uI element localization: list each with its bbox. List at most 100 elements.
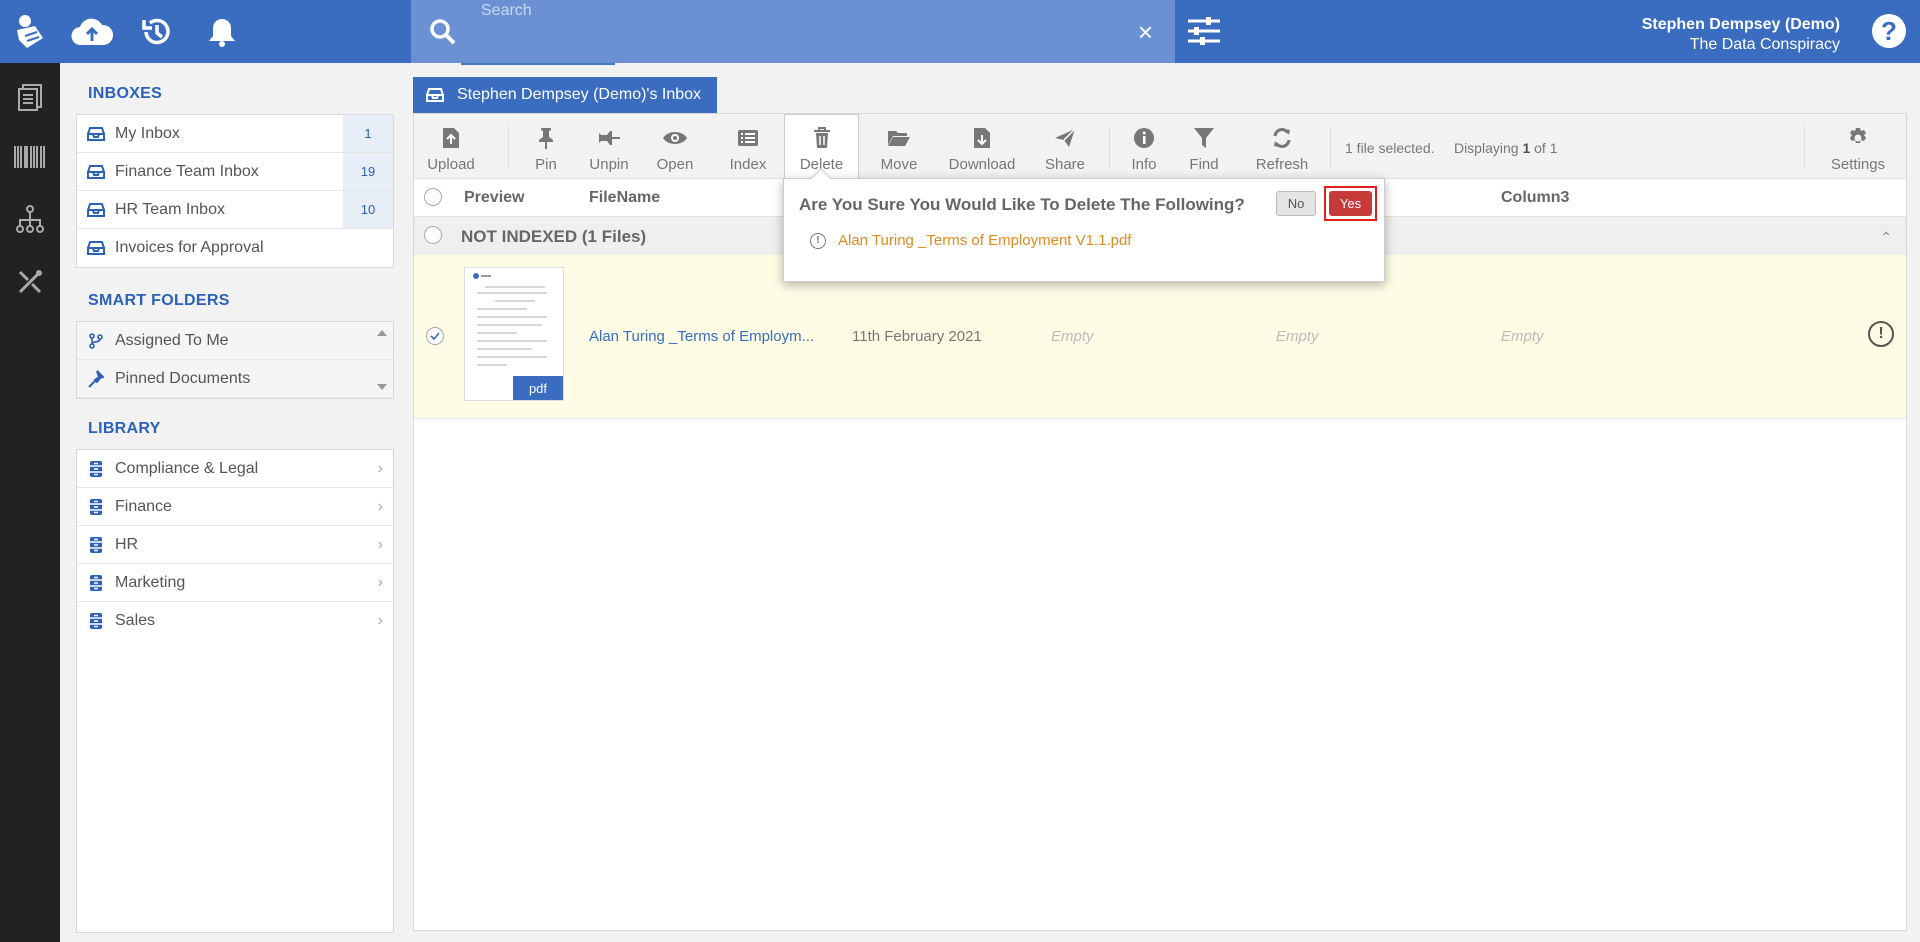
bell-icon[interactable] (200, 10, 244, 54)
sidebar-item-compliance-legal[interactable]: Compliance & Legal › (77, 450, 393, 488)
sidebar-item-assigned-to-me[interactable]: Assigned To Me (77, 322, 393, 360)
move-button[interactable]: Move (874, 114, 924, 179)
documents-icon[interactable] (0, 72, 60, 122)
search-bar[interactable]: Search × (411, 0, 1175, 65)
download-label: Download (948, 156, 1016, 173)
barcode-icon[interactable] (0, 132, 60, 182)
column-header-filename[interactable]: FileName (589, 189, 660, 207)
inbox-list: My Inbox 1 Finance Team Inbox 19 HR Team… (76, 114, 394, 268)
select-group-checkbox[interactable] (424, 226, 442, 244)
sidebar-item-label: Assigned To Me (115, 331, 229, 349)
sidebar-item-label: Finance (115, 497, 172, 515)
settings-label: Settings (1830, 156, 1886, 173)
thumbnail-line (477, 316, 547, 318)
sidebar: INBOXES My Inbox 1 Finance Team Inbox 19… (74, 63, 394, 933)
chevron-up-icon[interactable]: ⌃ (1880, 229, 1892, 246)
inbox-icon (77, 241, 115, 255)
list-icon (737, 125, 759, 151)
sidebar-item-my-inbox[interactable]: My Inbox 1 (77, 115, 393, 153)
empty-cell[interactable]: Empty (1276, 328, 1319, 345)
file-upload-icon (442, 125, 460, 151)
inboxes-title: INBOXES (88, 85, 163, 102)
sidebar-item-hr-team-inbox[interactable]: HR Team Inbox 10 (77, 191, 393, 229)
yes-button[interactable]: Yes (1329, 191, 1372, 216)
app-logo-icon (17, 14, 43, 48)
share-button[interactable]: Share (1040, 114, 1090, 179)
sidebar-item-sales[interactable]: Sales › (77, 602, 393, 640)
download-button[interactable]: Download (944, 114, 1020, 179)
sidebar-item-pinned-documents[interactable]: Pinned Documents (77, 360, 393, 398)
sidebar-item-finance-team-inbox[interactable]: Finance Team Inbox 19 (77, 153, 393, 191)
sidebar-item-label: Pinned Documents (115, 369, 251, 387)
delete-confirm-popover: Are You Sure You Would Like To Delete Th… (783, 168, 1385, 282)
sidebar-item-invoices-for-approval[interactable]: Invoices for Approval (77, 229, 393, 267)
pin-icon (538, 125, 554, 151)
document-thumbnail[interactable]: pdf (464, 267, 564, 401)
warning-icon[interactable]: ! (1868, 321, 1894, 347)
column-header-column3[interactable]: Column3 (1501, 189, 1569, 207)
select-all-checkbox[interactable] (424, 188, 442, 206)
toolbar-divider (1804, 126, 1805, 168)
file-download-icon (973, 125, 991, 151)
user-info[interactable]: Stephen Dempsey (Demo) The Data Conspira… (1642, 15, 1840, 55)
search-underline (461, 63, 615, 65)
yes-button-highlight: Yes (1324, 186, 1377, 221)
thumbnail-line (477, 348, 532, 350)
sidebar-item-label: Compliance & Legal (115, 459, 259, 477)
search-input[interactable]: Search (481, 2, 532, 20)
toolbar-divider (508, 126, 509, 168)
pin-button[interactable]: Pin (526, 114, 566, 179)
inbox-count: 1 (343, 115, 393, 152)
settings-button[interactable]: Settings (1826, 114, 1890, 179)
refresh-icon (1271, 125, 1293, 151)
info-label: Info (1131, 156, 1157, 173)
cabinet-icon (77, 612, 115, 630)
sidebar-item-label: Invoices for Approval (115, 239, 264, 256)
tools-icon[interactable] (0, 257, 60, 307)
find-label: Find (1189, 156, 1219, 173)
info-icon (1133, 125, 1155, 151)
unpin-label: Unpin (589, 156, 629, 173)
tab-inbox[interactable]: Stephen Dempsey (Demo)'s Inbox (413, 77, 717, 113)
inbox-icon (77, 164, 115, 179)
eye-icon (662, 125, 688, 151)
empty-cell[interactable]: Empty (1501, 328, 1544, 345)
group-label: NOT INDEXED (1 Files) (461, 227, 647, 246)
sidebar-item-marketing[interactable]: Marketing › (77, 564, 393, 602)
search-icon[interactable] (429, 18, 457, 51)
file-name-link[interactable]: Alan Turing _Terms of Employm... (589, 328, 814, 345)
chevron-right-icon: › (377, 573, 383, 591)
scroll-down-arrow[interactable] (377, 384, 387, 390)
sidebar-item-hr[interactable]: HR › (77, 526, 393, 564)
refresh-label: Refresh (1255, 156, 1309, 173)
unpin-button[interactable]: Unpin (586, 114, 632, 179)
tab-label: Stephen Dempsey (Demo)'s Inbox (457, 86, 702, 103)
thumbnail-line (485, 286, 545, 288)
filter-icon (1193, 125, 1215, 151)
index-button[interactable]: Index (728, 114, 768, 179)
file-type-badge: pdf (513, 376, 563, 400)
cloud-upload-icon[interactable] (70, 10, 114, 54)
sidebar-item-finance[interactable]: Finance › (77, 488, 393, 526)
app-logo[interactable] (0, 0, 60, 63)
row-checkbox[interactable] (426, 327, 444, 345)
info-button[interactable]: Info (1124, 114, 1164, 179)
thumbnail-line (477, 308, 527, 310)
open-button[interactable]: Open (652, 114, 698, 179)
scroll-up-arrow[interactable] (377, 330, 387, 336)
upload-button[interactable]: Upload (426, 114, 476, 179)
empty-cell[interactable]: Empty (1051, 328, 1094, 345)
history-icon[interactable] (135, 10, 179, 54)
no-button[interactable]: No (1276, 191, 1316, 216)
unpin-icon (598, 125, 620, 151)
refresh-button[interactable]: Refresh (1252, 114, 1312, 179)
help-icon[interactable]: ? (1872, 14, 1906, 48)
find-button[interactable]: Find (1184, 114, 1224, 179)
filter-sliders-icon[interactable] (1186, 13, 1222, 54)
workflow-icon[interactable] (0, 194, 60, 244)
column-header-preview[interactable]: Preview (464, 189, 524, 207)
selection-status: 1 file selected. Displaying 1 of 1 (1345, 140, 1557, 156)
delete-file-item: ! Alan Turing _Terms of Employment V1.1.… (810, 232, 1131, 249)
pin-label: Pin (535, 156, 557, 173)
clear-search-icon[interactable]: × (1138, 19, 1153, 45)
